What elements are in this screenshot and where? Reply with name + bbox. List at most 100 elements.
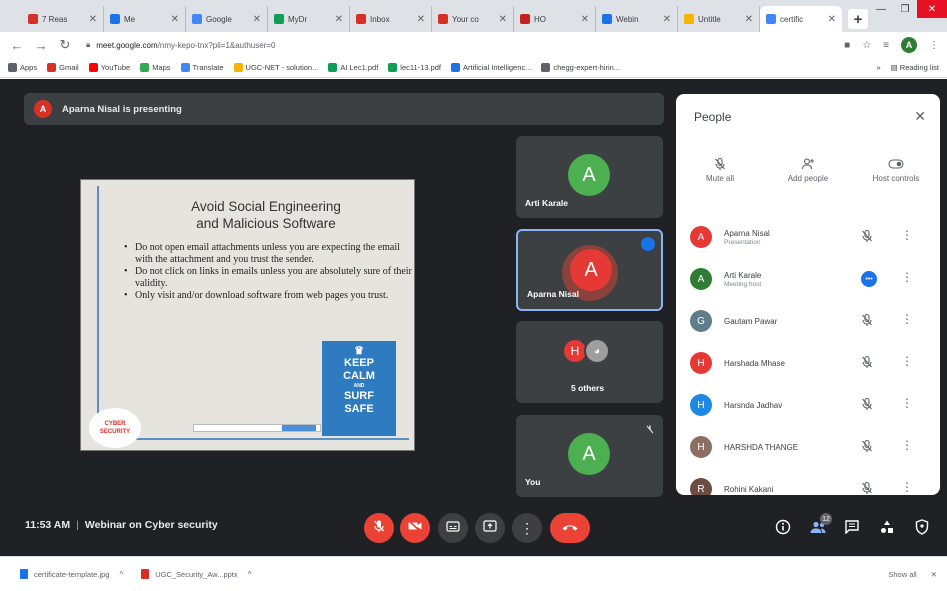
show-all-downloads-link[interactable]: Show all — [888, 570, 916, 579]
browser-tab[interactable]: Webin ✕ — [596, 6, 678, 32]
leave-call-button[interactable] — [550, 513, 590, 543]
youtube-icon — [88, 63, 98, 72]
captions-button[interactable] — [438, 513, 468, 543]
download-item[interactable]: UGC_Security_Aw...pptx ^ — [141, 569, 251, 579]
more-options-icon[interactable]: ⋮ — [901, 480, 913, 494]
participant-row[interactable]: R Rohini Kakani ⋮ — [676, 468, 940, 495]
bookmark-item[interactable]: Apps — [8, 63, 37, 72]
bookmark-item[interactable]: AI Lec1.pdf — [328, 63, 378, 72]
participant-row[interactable]: G Gautam Pawar ⋮ — [676, 300, 940, 342]
url-field[interactable]: 🔒︎ meet.google.com/nmy-kepo-tnx?pli=1&au… — [80, 35, 834, 55]
browser-tab[interactable]: Google ✕ — [186, 6, 268, 32]
bookmark-item[interactable]: Gmail — [47, 63, 79, 72]
reload-icon[interactable]: ↻ — [56, 36, 74, 54]
chat-button[interactable] — [840, 517, 864, 541]
browser-tab[interactable]: MyDr ✕ — [268, 6, 350, 32]
tab-title: Untitle — [698, 14, 721, 24]
host-controls-button[interactable]: Host controls — [852, 154, 940, 183]
microphone-toggle-button[interactable] — [364, 513, 394, 543]
more-options-icon[interactable]: ⋮ — [901, 270, 913, 284]
people-button[interactable]: 12 — [806, 513, 832, 541]
bookmark-item[interactable]: chegg-expert-hirin... — [541, 63, 620, 72]
more-options-button[interactable]: ⋮ — [512, 513, 542, 543]
download-item[interactable]: certificate-template.jpg ^ — [20, 569, 123, 579]
close-tab-icon[interactable]: ✕ — [335, 14, 343, 25]
participant-row[interactable]: H Harshada Mhase ⋮ — [676, 342, 940, 384]
mic-off-icon[interactable] — [861, 397, 873, 416]
participant-row[interactable]: A Aparna Nisal Presentation ⋮ — [676, 216, 940, 258]
bookmark-item[interactable]: lec11-13.pdf — [388, 63, 441, 72]
close-tab-icon[interactable]: ✕ — [663, 14, 671, 25]
bookmark-item[interactable]: Maps — [140, 63, 171, 72]
close-tab-icon[interactable]: ✕ — [828, 14, 836, 25]
speaking-indicator-icon[interactable]: ••• — [861, 271, 877, 287]
participant-tile-speaking[interactable]: A Aparna Nisal — [516, 229, 663, 311]
participant-avatar: A — [568, 154, 610, 196]
camera-toggle-button[interactable] — [400, 513, 430, 543]
mic-off-icon[interactable] — [861, 481, 873, 495]
slide-image-button — [282, 425, 316, 431]
close-tab-icon[interactable]: ✕ — [499, 14, 507, 25]
browser-tab-active[interactable]: certific ✕ — [760, 6, 842, 32]
browser-tab[interactable]: Inbox ✕ — [350, 6, 432, 32]
more-options-icon[interactable]: ⋮ — [901, 228, 913, 242]
more-options-icon[interactable]: ⋮ — [901, 312, 913, 326]
host-controls-shield-button[interactable] — [910, 517, 934, 541]
mic-off-icon[interactable] — [861, 313, 873, 332]
close-icon[interactable]: ✕ — [914, 108, 926, 125]
reading-mode-icon[interactable]: ≡ — [883, 40, 889, 51]
browser-menu-icon[interactable]: ⋮ — [929, 40, 939, 51]
maximize-icon[interactable]: ❐ — [893, 0, 917, 18]
close-icon[interactable]: ✕ — [931, 570, 937, 579]
participant-tile-group[interactable]: H ◕ 5 others — [516, 321, 663, 403]
more-options-icon[interactable]: ⋮ — [901, 438, 913, 452]
browser-tab[interactable]: 7 Reas ✕ — [22, 6, 104, 32]
new-tab-button[interactable]: + — [848, 9, 868, 29]
participant-row[interactable]: H Harsnda Jadhav ⋮ — [676, 384, 940, 426]
info-icon — [775, 519, 791, 540]
self-tile[interactable]: A You — [516, 415, 663, 497]
bookmark-item[interactable]: Artificial Intelligenc... — [451, 63, 531, 72]
minimize-icon[interactable]: — — [869, 0, 893, 18]
close-tab-icon[interactable]: ✕ — [89, 14, 97, 25]
bookmark-label: AI Lec1.pdf — [340, 63, 379, 72]
more-options-icon[interactable]: ⋮ — [901, 396, 913, 410]
close-tab-icon[interactable]: ✕ — [745, 14, 753, 25]
chevron-up-icon[interactable]: ^ — [248, 570, 252, 579]
mic-off-icon[interactable] — [861, 439, 873, 458]
chevron-up-icon[interactable]: ^ — [119, 570, 123, 579]
browser-tab[interactable]: Your co ✕ — [432, 6, 514, 32]
browser-tab[interactable]: HO ✕ — [514, 6, 596, 32]
add-people-button[interactable]: Add people — [764, 154, 852, 183]
profile-avatar[interactable]: A — [901, 37, 917, 53]
bookmark-item[interactable]: YouTube — [88, 63, 130, 72]
close-tab-icon[interactable]: ✕ — [171, 14, 179, 25]
browser-tab[interactable]: Me ✕ — [104, 6, 186, 32]
participant-tile[interactable]: A Arti Karale — [516, 136, 663, 218]
close-tab-icon[interactable]: ✕ — [253, 14, 261, 25]
meeting-title: Webinar on Cyber security — [84, 519, 218, 531]
close-tab-icon[interactable]: ✕ — [417, 14, 425, 25]
more-options-icon[interactable]: ⋮ — [901, 354, 913, 368]
participant-photo: H — [690, 436, 712, 458]
browser-tab[interactable]: Untitle ✕ — [678, 6, 760, 32]
close-tab-icon[interactable]: ✕ — [581, 14, 589, 25]
mute-all-button[interactable]: Mute all — [676, 154, 764, 183]
more-bookmarks-icon[interactable]: » — [876, 63, 880, 72]
camera-indicator-icon[interactable]: ■ — [844, 40, 850, 51]
participant-row[interactable]: H HARSHDA THANGE ⋮ — [676, 426, 940, 468]
activities-button[interactable] — [875, 517, 899, 541]
tab-title: MyDr — [288, 14, 308, 24]
reading-list-button[interactable]: ▤ Reading list — [891, 63, 939, 72]
window-close-icon[interactable]: ✕ — [917, 0, 947, 18]
audio-level-icon[interactable] — [861, 229, 873, 248]
back-arrow-icon[interactable]: ← — [8, 36, 26, 54]
participant-row[interactable]: A Arti Karale Meeting host ••• ⋮ — [676, 258, 940, 300]
star-icon[interactable]: ☆ — [862, 40, 871, 51]
bookmark-item[interactable]: UGC-NET - solution... — [233, 63, 318, 72]
meeting-details-button[interactable] — [771, 517, 795, 541]
forward-arrow-icon[interactable]: → — [32, 36, 50, 54]
present-now-button[interactable] — [475, 513, 505, 543]
bookmark-item[interactable]: Translate — [180, 63, 224, 72]
mic-off-icon[interactable] — [861, 355, 873, 374]
